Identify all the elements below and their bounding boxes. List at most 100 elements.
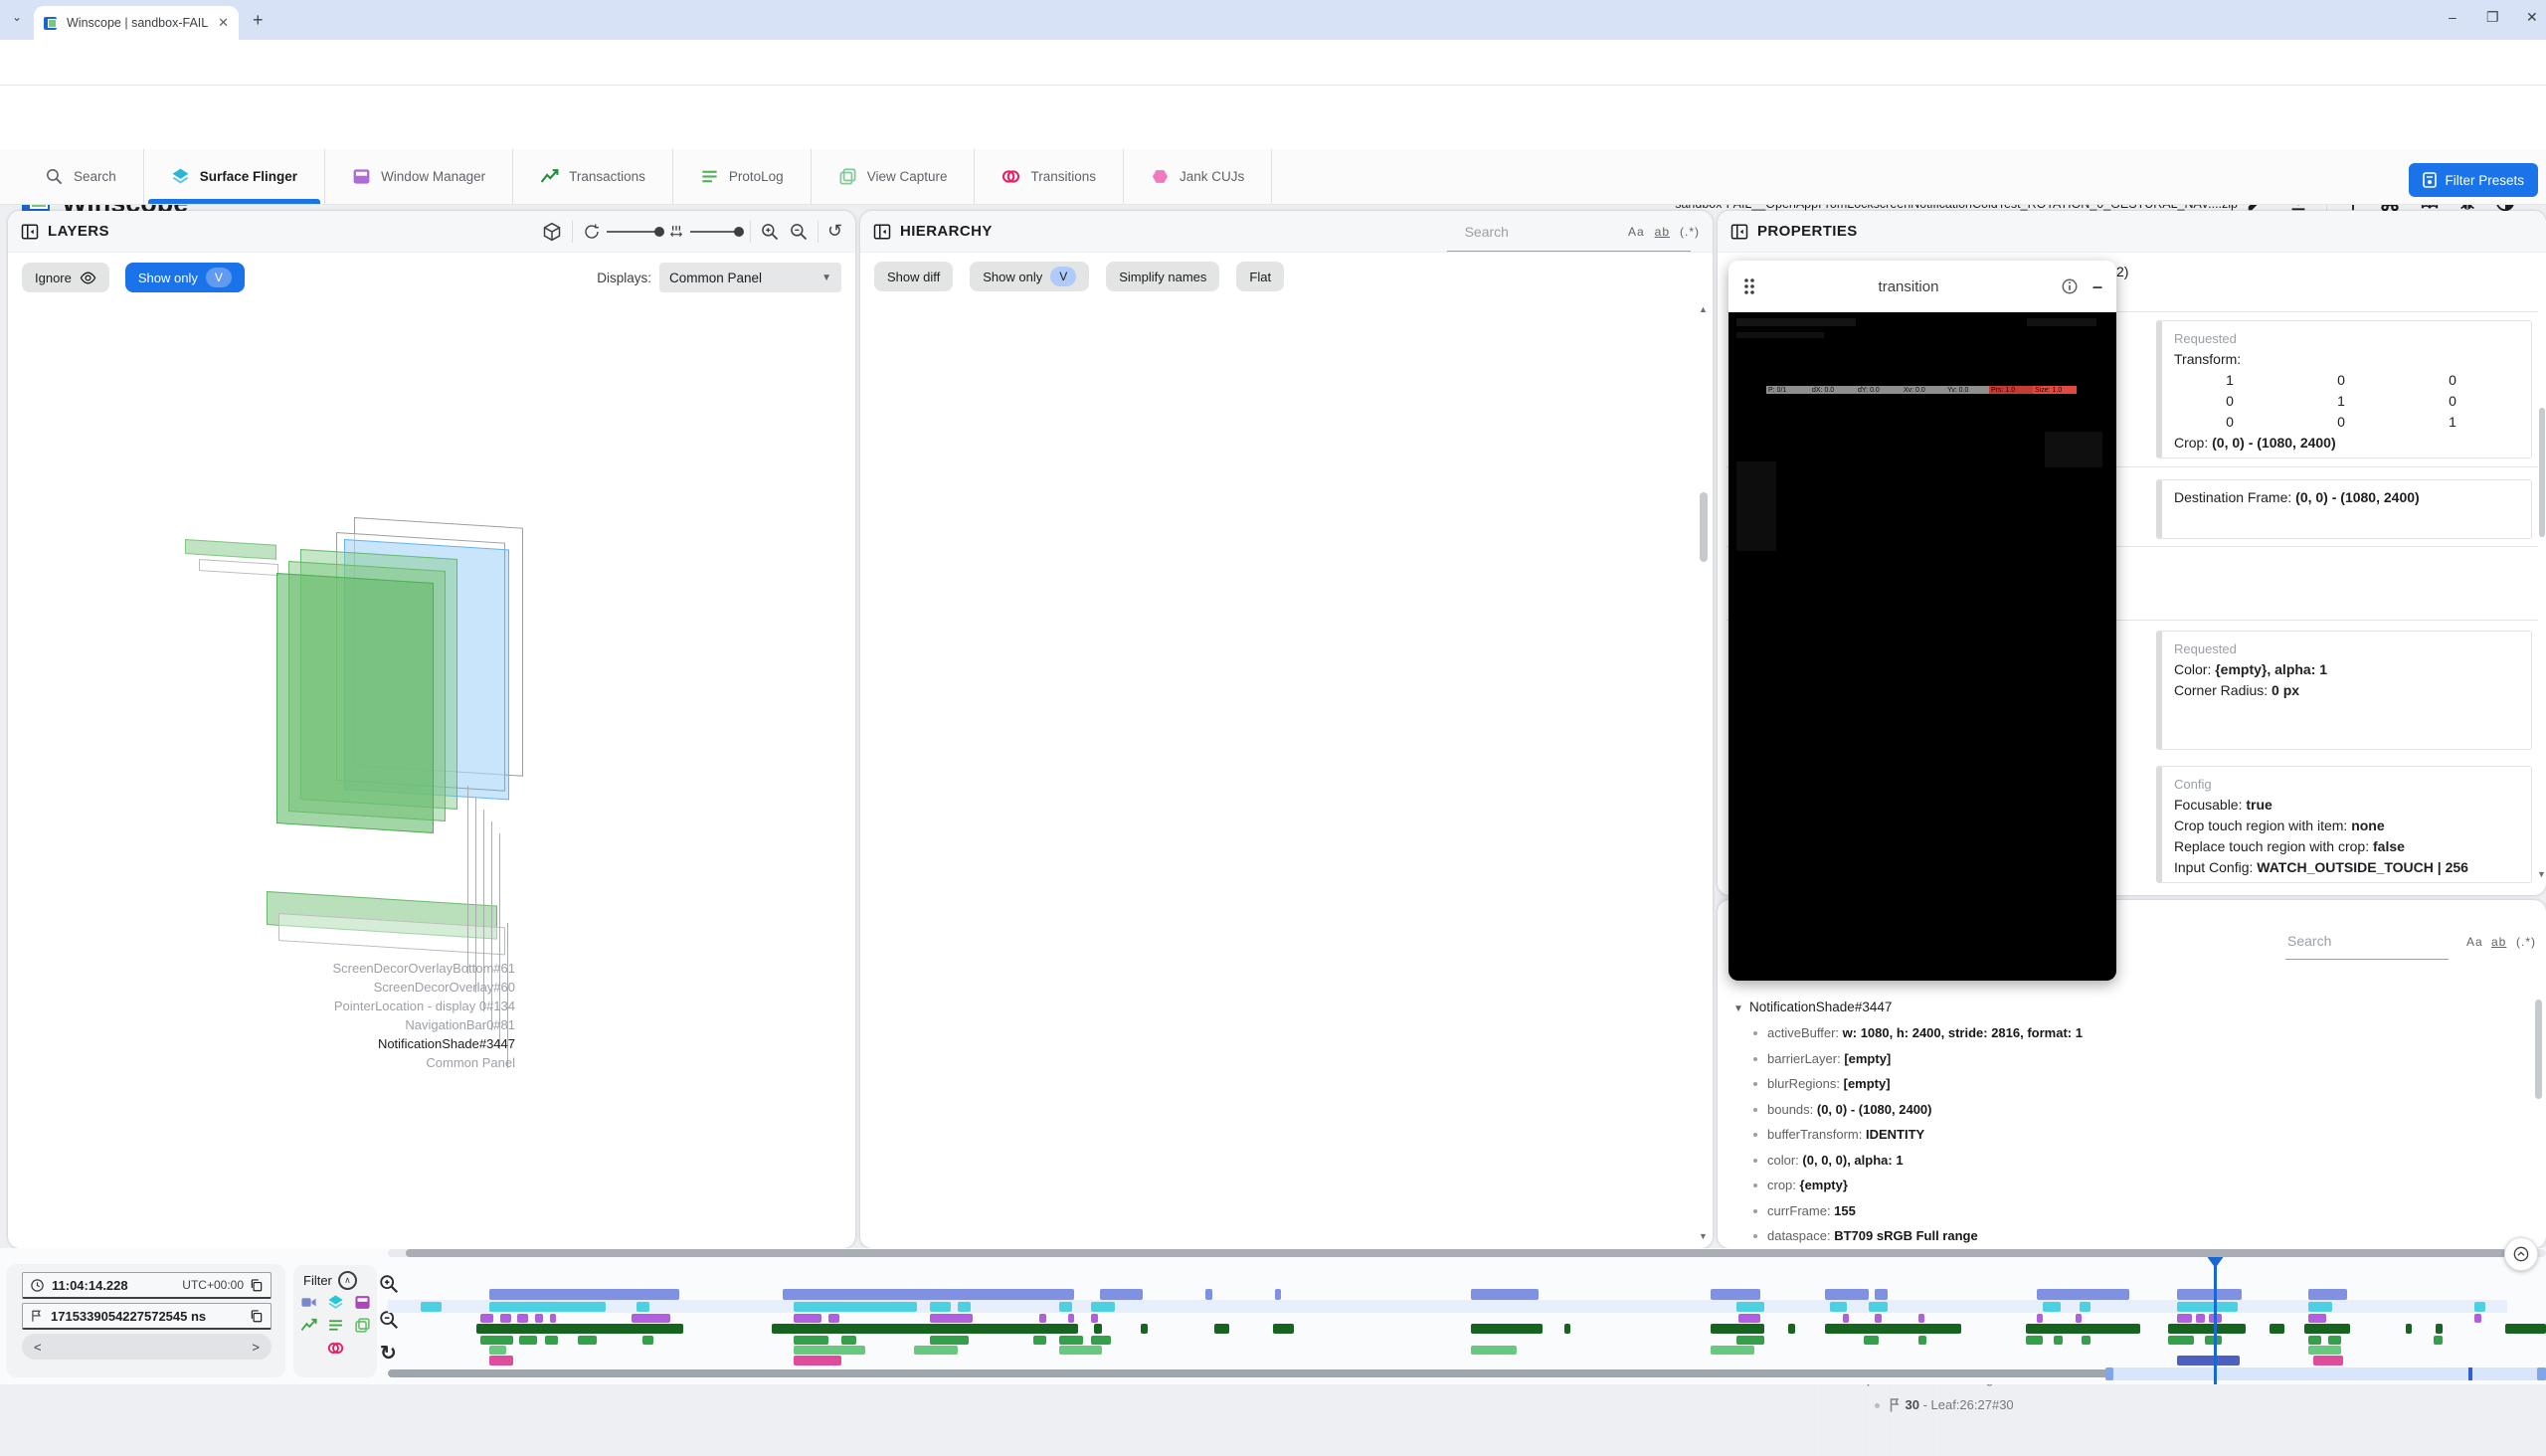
reset-view-icon[interactable]: ↻ [827,221,842,242]
property-row-blurRegions[interactable]: blurRegions: [empty] [1728,1071,2533,1097]
property-row-bufferTransform[interactable]: bufferTransform: IDENTITY [1728,1122,2533,1148]
chip-simplify-names[interactable]: Simplify names [1106,262,1219,291]
window-manager-event[interactable] [1918,1314,1925,1323]
minimap-left-handle[interactable] [2105,1367,2113,1380]
window-manager-event[interactable] [2076,1314,2083,1323]
next-frame-button[interactable]: > [252,1340,260,1355]
surface-flinger-event[interactable] [1091,1302,1115,1312]
chip-show-diff[interactable]: Show diff [874,262,953,291]
search-match-case-icon[interactable]: Aa [1628,225,1645,239]
layer-rect[interactable] [199,559,278,576]
chip-show-only[interactable]: Show onlyV [970,262,1089,291]
tab-surface-flinger[interactable]: Surface Flinger [144,149,325,204]
transactions-event[interactable] [1471,1324,1543,1334]
transactions-event[interactable] [1273,1324,1295,1334]
proto-log-event[interactable] [1033,1336,1046,1345]
chip-flat[interactable]: Flat [1236,262,1284,291]
scroll-down-icon[interactable]: ▼ [1699,1231,1708,1241]
screen-recording-event[interactable] [2037,1289,2129,1300]
layers-3d-view[interactable]: ScreenDecorOverlayBottom#61ScreenDecorOv… [8,302,855,1248]
human-time-value[interactable]: 11:04:14.228 [52,1278,182,1293]
tab-jank-cujs[interactable]: Jank CUJs [1124,149,1272,204]
window-manager-event[interactable] [500,1314,511,1323]
proto-log-event[interactable] [1091,1336,1111,1345]
view-capture-event[interactable] [1711,1346,1753,1355]
transactions-event[interactable] [476,1324,683,1334]
proto-log-event[interactable] [2168,1336,2194,1345]
screen-recording-event[interactable] [1825,1289,1868,1300]
proto-log-event[interactable] [2026,1336,2043,1345]
copy-icon[interactable] [250,1278,264,1293]
surface-flinger-event[interactable] [2177,1302,2238,1312]
surface-flinger-event[interactable] [930,1302,952,1312]
window-manager-event[interactable] [1875,1314,1882,1323]
transactions-event[interactable] [1214,1324,1229,1334]
properties-search-input[interactable]: Search [2287,933,2331,949]
window-manager-event[interactable] [2474,1314,2481,1323]
window-manager-event[interactable] [2196,1314,2205,1323]
chart-filter-icon[interactable] [300,1317,317,1334]
screen-recording-event[interactable] [1711,1289,1760,1300]
screen-recording-event[interactable] [1275,1289,1282,1300]
layers-filter-icon[interactable] [327,1294,344,1311]
property-row-activeBuffer[interactable]: activeBuffer: w: 1080, h: 2400, stride: … [1728,1020,2533,1046]
screen-recording-event[interactable] [1100,1289,1143,1300]
layer-label[interactable]: NotificationShade#3447 [157,1034,515,1053]
zoom-out-icon[interactable] [789,222,809,242]
human-time-input[interactable]: 11:04:14.228 UTC+00:00 [22,1272,272,1299]
minimap-right-handle[interactable] [2537,1367,2546,1380]
window-manager-event[interactable] [517,1314,528,1323]
surface-flinger-event[interactable] [1059,1302,1072,1312]
screen-recording-event[interactable] [2177,1289,2242,1300]
prev-frame-button[interactable]: < [34,1340,42,1355]
drag-handle-icon[interactable] [1742,276,1756,296]
window-manager-event[interactable] [2037,1314,2044,1323]
layer-label[interactable]: NavigationBar0#81 [157,1015,515,1034]
property-row-currFrame[interactable]: currFrame: 155 [1728,1198,2533,1224]
proto-log-event[interactable] [1918,1336,1927,1345]
hierarchy-scrollbar[interactable] [1700,492,1708,562]
surface-flinger-event[interactable] [489,1302,606,1312]
surface-flinger-event[interactable] [794,1302,917,1312]
search-regex-icon[interactable]: (.*) [2516,935,2536,949]
transactions-event[interactable] [2406,1324,2413,1334]
screen-recording-event[interactable] [1471,1289,1538,1300]
window-manager-event[interactable] [535,1314,544,1323]
window-manager-event[interactable] [2177,1314,2192,1323]
chevron-down-icon[interactable]: ▼ [1728,997,1749,1022]
transitions-event[interactable] [2177,1356,2240,1365]
proto-log-event[interactable] [578,1336,598,1345]
proto-log-event[interactable] [519,1336,536,1345]
layer-rect[interactable] [185,539,276,560]
window-manager-event[interactable] [794,1314,821,1323]
minimize-icon[interactable]: – [2092,276,2102,297]
proto-log-event[interactable] [480,1336,513,1345]
transactions-event[interactable] [2168,1324,2246,1334]
window-manager-event[interactable] [1843,1314,1850,1323]
scroll-up-icon[interactable]: ▲ [1699,304,1708,314]
tab-window-manager[interactable]: Window Manager [325,149,513,204]
cube-3d-icon[interactable] [542,222,562,242]
view-capture-event[interactable] [794,1346,865,1355]
properties-tree-scrollbar[interactable] [2535,1000,2542,1099]
surface-flinger-event[interactable] [958,1302,971,1312]
tab-protolog[interactable]: ProtoLog [673,149,812,204]
transactions-event[interactable] [1094,1324,1103,1334]
ns-time-input[interactable]: 1715339054227572545 ns [22,1303,272,1330]
layer-rect[interactable] [276,573,434,833]
surface-flinger-event[interactable] [2308,1302,2332,1312]
screen-recording-event[interactable] [1205,1289,1212,1300]
tab-transactions[interactable]: Transactions [513,149,673,204]
minimap-track[interactable] [388,1369,2114,1377]
window-manager-event[interactable] [930,1314,973,1323]
videocam-filter-icon[interactable] [300,1294,317,1311]
ns-time-value[interactable]: 1715339054227572545 ns [51,1309,250,1324]
transactions-event[interactable] [2505,1324,2546,1334]
info-icon[interactable] [2061,277,2079,295]
transactions-event[interactable] [1141,1324,1148,1334]
window-restore-button[interactable]: ❐ [2486,9,2499,26]
window-manager-event[interactable] [1068,1314,1075,1323]
proto-log-event[interactable] [2308,1336,2321,1345]
browser-tab[interactable]: Winscope | sandbox-FAIL ✕ [34,6,239,40]
proto-log-event[interactable] [545,1336,558,1345]
